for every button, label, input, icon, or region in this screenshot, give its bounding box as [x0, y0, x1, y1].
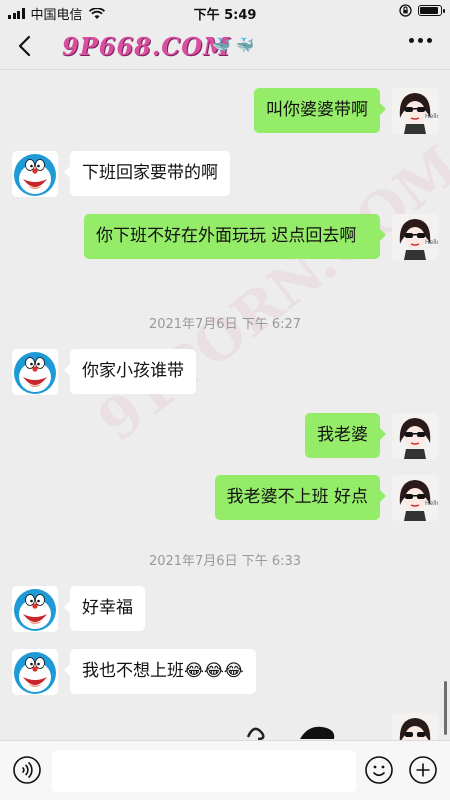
incoming-message[interactable]: 好幸福 — [64, 586, 145, 631]
my-avatar[interactable]: Hello — [392, 475, 438, 521]
timestamp: 2021年7月6日 下午 6:33 — [148, 554, 302, 569]
contact-avatar[interactable] — [12, 586, 58, 632]
emoji-icon[interactable] — [364, 755, 394, 785]
svg-text:Hello: Hello — [425, 239, 438, 246]
outgoing-message[interactable]: 我老婆不上班 好点 — [214, 475, 387, 520]
contact-avatar[interactable] — [12, 151, 58, 197]
battery-icon — [418, 5, 445, 16]
message-input[interactable] — [52, 750, 356, 792]
voice-icon[interactable] — [12, 755, 42, 785]
my-avatar[interactable]: Hello — [392, 88, 438, 134]
plus-icon[interactable] — [408, 755, 438, 785]
orientation-lock-icon — [399, 4, 412, 17]
incoming-message[interactable]: 你家小孩谁带 — [64, 349, 196, 394]
input-bar — [0, 740, 450, 800]
chat-title: 9P668.COM — [62, 32, 231, 61]
timestamp: 2021年7月6日 下午 6:27 — [148, 317, 302, 332]
svg-text:Hello: Hello — [425, 500, 438, 507]
svg-text:Hello: Hello — [425, 113, 438, 120]
outgoing-message[interactable]: 你下班不好在外面玩玩 迟点回去啊 — [84, 214, 386, 259]
title-suffix: 🐳 🐳 — [212, 36, 255, 54]
status-bar: 中国电信 下午 5:49 — [0, 0, 450, 24]
my-avatar[interactable]: Hello — [392, 214, 438, 260]
my-avatar[interactable] — [392, 413, 438, 459]
outgoing-message[interactable]: 叫你婆婆带啊 — [254, 88, 386, 133]
chevron-left-icon[interactable] — [14, 34, 38, 58]
chat-header: 9P668.COM 🐳 🐳 — [0, 24, 450, 70]
status-time: 下午 5:49 — [193, 8, 257, 23]
outgoing-message[interactable]: 我老婆 — [305, 413, 386, 458]
status-right — [399, 4, 445, 17]
sticker-partial — [246, 726, 335, 740]
contact-avatar[interactable] — [12, 349, 58, 395]
my-avatar[interactable] — [392, 713, 438, 740]
incoming-message[interactable]: 下班回家要带的啊 — [64, 151, 230, 196]
contact-avatar[interactable] — [12, 649, 58, 695]
message-list[interactable]: 91PORN.COM 叫你婆婆带啊 Hello — [0, 71, 450, 740]
scrollbar[interactable] — [444, 681, 447, 735]
more-dots-icon[interactable] — [409, 38, 432, 43]
incoming-message[interactable]: 我也不想上班😂😂😂 — [64, 649, 256, 694]
battery-fill — [420, 7, 438, 14]
